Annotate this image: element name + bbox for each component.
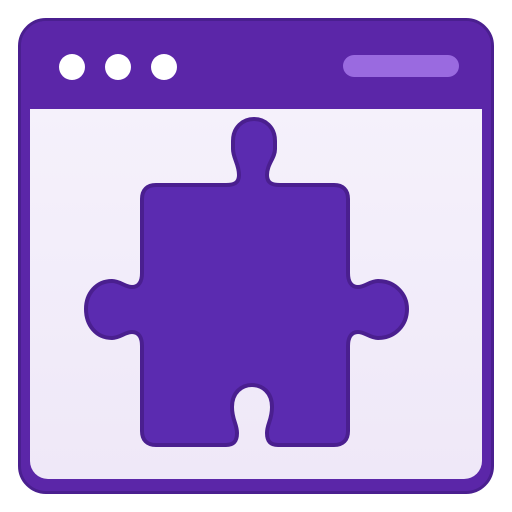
window-control-dot-2[interactable] <box>105 54 131 80</box>
window-control-dot-3[interactable] <box>151 54 177 80</box>
address-bar[interactable] <box>343 55 459 77</box>
window-content-area <box>30 109 482 479</box>
browser-window-frame <box>18 18 494 494</box>
title-bar <box>21 21 491 109</box>
app-icon-canvas <box>0 0 512 512</box>
puzzle-piece-icon <box>84 117 409 447</box>
window-control-dot-1[interactable] <box>59 54 85 80</box>
